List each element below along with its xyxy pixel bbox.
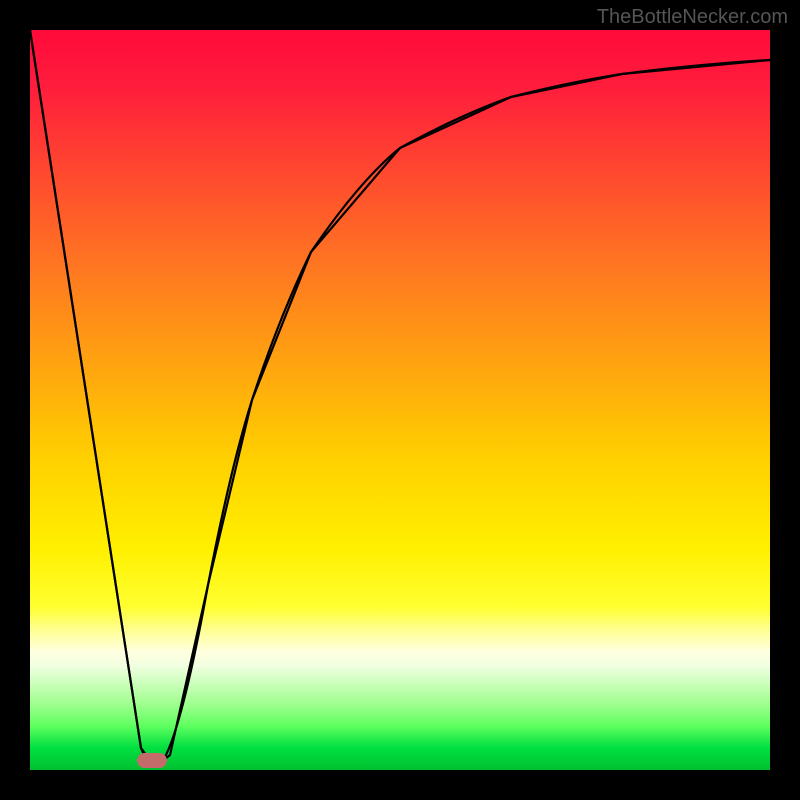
curve-path [30,30,770,767]
watermark-text: TheBottleNecker.com [597,6,788,29]
bottleneck-curve [30,30,770,770]
chart-frame: TheBottleNecker.com [0,0,800,800]
optimal-point-marker [137,753,167,768]
plot-area [30,30,770,770]
curve-smoothing [30,30,770,766]
